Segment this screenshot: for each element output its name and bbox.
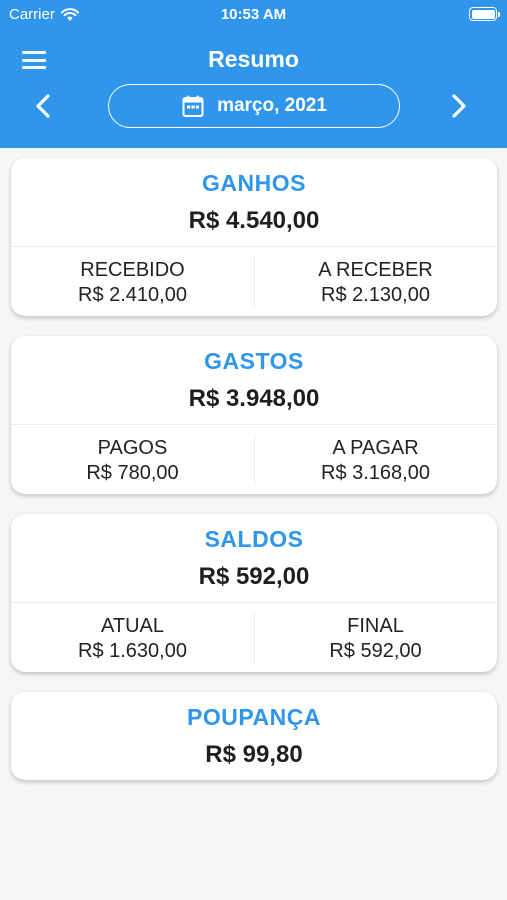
- card-title: POUPANÇA: [187, 704, 321, 730]
- chevron-left-icon[interactable]: [30, 92, 58, 120]
- card-right-column: A RECEBER R$ 2.130,00: [254, 258, 497, 308]
- month-label: março, 2021: [217, 95, 327, 116]
- card-saldos[interactable]: SALDOS R$ 592,00 ATUAL R$ 1.630,00 FINAL…: [11, 514, 497, 672]
- card-left-column: PAGOS R$ 780,00: [11, 436, 254, 486]
- card-title: GASTOS: [204, 348, 304, 374]
- paid-label: PAGOS: [97, 437, 168, 459]
- final-value: R$ 592,00: [329, 640, 422, 662]
- to-receive-value: R$ 2.130,00: [321, 284, 430, 306]
- to-pay-label: A PAGAR: [332, 437, 419, 459]
- card-divider: [11, 424, 497, 425]
- card-divider: [11, 246, 497, 247]
- card-right-column: FINAL R$ 592,00: [254, 614, 497, 664]
- card-total: R$ 3.948,00: [188, 385, 320, 412]
- received-value: R$ 2.410,00: [78, 284, 187, 306]
- current-label: ATUAL: [101, 615, 164, 637]
- card-total: R$ 99,80: [205, 741, 303, 768]
- card-right-column: A PAGAR R$ 3.168,00: [254, 436, 497, 486]
- current-value: R$ 1.630,00: [78, 640, 187, 662]
- received-label: RECEBIDO: [80, 259, 185, 281]
- status-bar: Carrier 10:53 AM: [0, 0, 507, 28]
- card-left-column: ATUAL R$ 1.630,00: [11, 614, 254, 664]
- status-time: 10:53 AM: [220, 6, 287, 23]
- final-label: FINAL: [347, 615, 404, 637]
- card-title: GANHOS: [202, 170, 306, 196]
- to-receive-label: A RECEBER: [318, 259, 433, 281]
- page-title: Resumo: [208, 46, 299, 72]
- paid-value: R$ 780,00: [86, 462, 179, 484]
- card-total: R$ 4.540,00: [188, 207, 320, 234]
- card-title: SALDOS: [204, 526, 304, 552]
- chevron-right-icon[interactable]: [444, 92, 472, 120]
- card-ganhos[interactable]: GANHOS R$ 4.540,00 RECEBIDO R$ 2.410,00 …: [11, 158, 497, 316]
- card-total: R$ 592,00: [198, 563, 310, 590]
- month-selector[interactable]: março, 2021: [108, 84, 400, 128]
- card-poupanca[interactable]: POUPANÇA R$ 99,80: [11, 692, 497, 780]
- to-pay-value: R$ 3.168,00: [321, 462, 430, 484]
- card-divider: [11, 602, 497, 603]
- app-header: Carrier 10:53 AM Resumo março, 2021: [0, 0, 507, 148]
- calendar-icon: [182, 95, 204, 117]
- card-left-column: RECEBIDO R$ 2.410,00: [11, 258, 254, 308]
- battery-icon: [469, 7, 500, 21]
- card-gastos[interactable]: GASTOS R$ 3.948,00 PAGOS R$ 780,00 A PAG…: [11, 336, 497, 494]
